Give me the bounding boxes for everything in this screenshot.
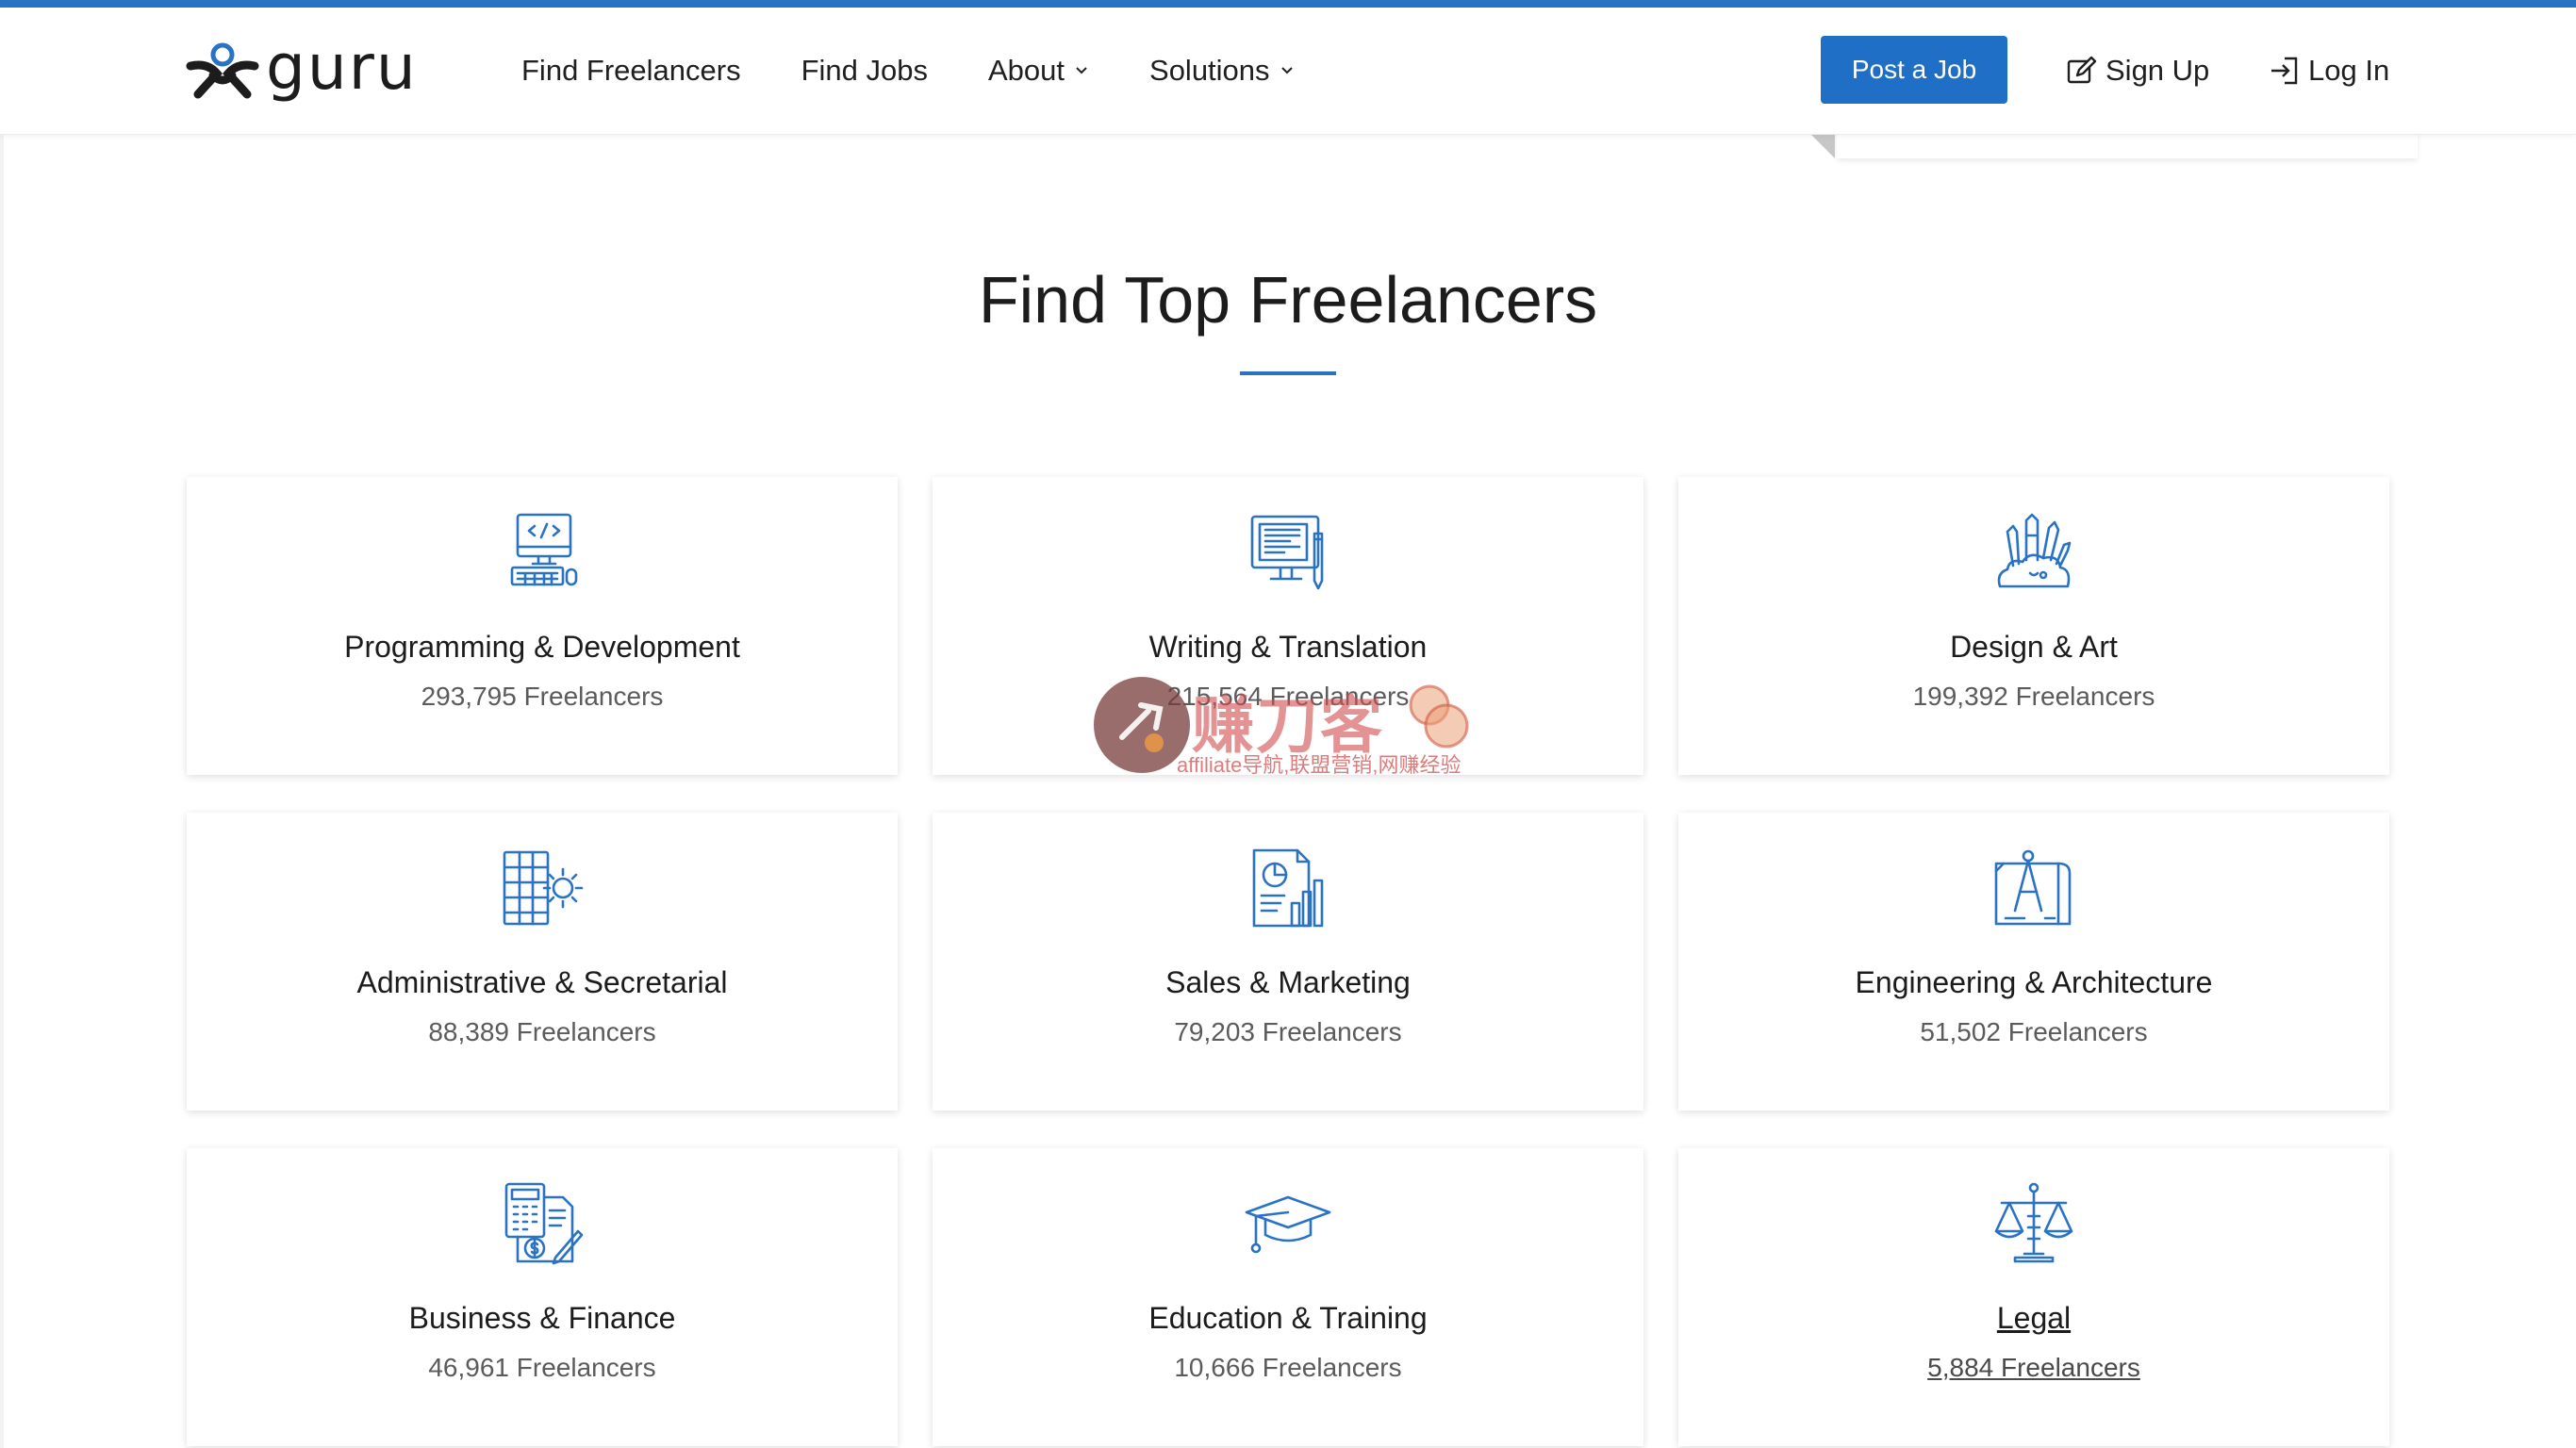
edit-icon	[2067, 56, 2097, 84]
category-count: 46,961 Freelancers	[428, 1353, 656, 1382]
category-title: Business & Finance	[408, 1301, 676, 1335]
category-card-design[interactable]: Design & Art 199,392 Freelancers	[1678, 477, 2389, 775]
post-job-button[interactable]: Post a Job	[1821, 36, 2007, 104]
category-card-business[interactable]: Business & Finance 46,961 Freelancers	[187, 1148, 898, 1446]
category-title: Design & Art	[1950, 630, 2118, 664]
category-title: Engineering & Architecture	[1855, 965, 2213, 999]
nav-find-jobs-label: Find Jobs	[801, 54, 928, 87]
nav-solutions-label: Solutions	[1149, 54, 1270, 87]
dropdown-fold-corner	[1810, 134, 1835, 158]
nav-about[interactable]: About	[988, 54, 1089, 88]
category-count: 199,392 Freelancers	[1912, 682, 2155, 711]
category-card-education[interactable]: Education & Training 10,666 Freelancers	[933, 1148, 1643, 1446]
logo-text: guru	[266, 31, 418, 104]
blueprint-compass-icon	[1989, 843, 2079, 933]
category-count: 5,884 Freelancers	[1927, 1353, 2140, 1382]
category-card-programming[interactable]: Programming & Development 293,795 Freela…	[187, 477, 898, 775]
sign-up-label: Sign Up	[2105, 54, 2210, 87]
category-title: Education & Training	[1148, 1301, 1428, 1335]
chevron-down-icon	[1076, 67, 1087, 74]
category-card-engineering[interactable]: Engineering & Architecture 51,502 Freela…	[1678, 813, 2389, 1111]
category-title: Legal	[1996, 1301, 2072, 1335]
category-title: Sales & Marketing	[1165, 965, 1411, 999]
log-in-label: Log In	[2308, 54, 2390, 87]
nav-find-jobs[interactable]: Find Jobs	[801, 54, 928, 88]
category-card-administrative[interactable]: Administrative & Secretarial 88,389 Free…	[187, 813, 898, 1111]
top-accent-bar	[0, 0, 2576, 8]
category-title: Writing & Translation	[1148, 630, 1428, 664]
sales-chart-icon	[1243, 843, 1333, 933]
category-title: Administrative & Secretarial	[356, 965, 728, 999]
scales-icon	[1989, 1178, 2079, 1269]
nav-solutions[interactable]: Solutions	[1149, 54, 1295, 88]
category-count: 51,502 Freelancers	[1920, 1017, 2148, 1046]
category-count: 293,795 Freelancers	[421, 682, 664, 711]
guru-logo-icon	[186, 42, 259, 99]
navbar: guru Find Freelancers Find Jobs About So…	[0, 8, 2576, 135]
nav-find-freelancers-label: Find Freelancers	[521, 54, 741, 87]
login-arrow-icon	[2271, 57, 2298, 85]
nav-about-label: About	[988, 54, 1065, 87]
guru-logo[interactable]: guru	[185, 37, 436, 102]
section-title: Find Top Freelancers	[978, 263, 1598, 337]
graduation-cap-icon	[1243, 1178, 1333, 1269]
chevron-down-icon	[1280, 67, 1293, 74]
log-in-link[interactable]: Log In	[2269, 8, 2389, 134]
title-underline	[1240, 371, 1336, 375]
art-brushes-icon	[1989, 507, 2079, 598]
category-count: 215,564 Freelancers	[1166, 682, 1410, 711]
writing-monitor-icon	[1243, 507, 1333, 598]
category-count: 88,389 Freelancers	[428, 1017, 656, 1046]
admin-gear-icon	[497, 843, 587, 933]
category-card-writing[interactable]: Writing & Translation 215,564 Freelancer…	[933, 477, 1643, 775]
main-nav: Find Freelancers Find Jobs About Solutio…	[521, 8, 1355, 134]
category-count: 10,666 Freelancers	[1174, 1353, 1402, 1382]
nav-find-freelancers[interactable]: Find Freelancers	[521, 54, 741, 88]
category-count: 79,203 Freelancers	[1174, 1017, 1402, 1046]
calculator-finance-icon	[497, 1178, 587, 1269]
sign-up-link[interactable]: Sign Up	[2066, 8, 2209, 134]
code-monitor-icon	[497, 507, 587, 598]
category-card-legal[interactable]: Legal 5,884 Freelancers	[1678, 1148, 2389, 1446]
category-title: Programming & Development	[344, 630, 740, 664]
category-card-sales[interactable]: Sales & Marketing 79,203 Freelancers	[933, 813, 1643, 1111]
